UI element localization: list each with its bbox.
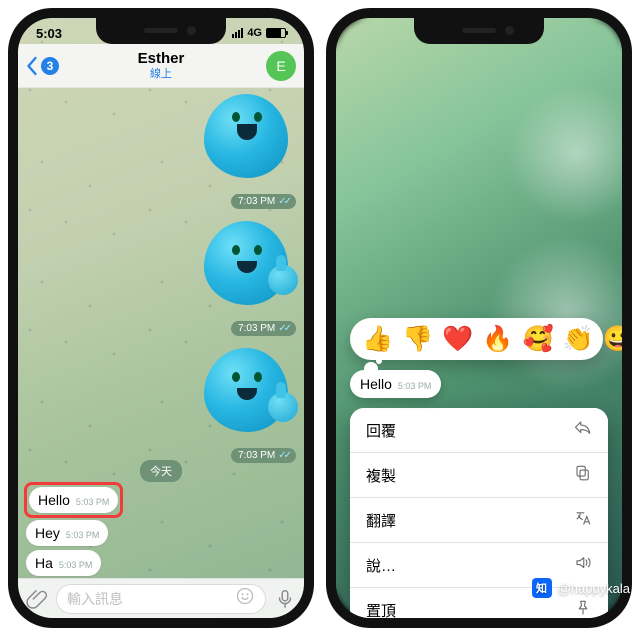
context-popover: 👍👎❤️🔥🥰👏😀 Hello 5:03 PM 回覆複製翻譯說…置頂轉傳刪除選擇	[350, 318, 608, 618]
chat-title-wrap[interactable]: Esther 線上	[138, 51, 185, 80]
chat-subtitle: 線上	[138, 68, 185, 80]
mic-icon	[274, 588, 296, 610]
sticker-button[interactable]	[235, 586, 255, 611]
notch	[96, 18, 226, 44]
sticker-icon	[235, 586, 255, 606]
message-time: 7:03 PM✓✓	[231, 321, 296, 336]
chevron-left-icon	[24, 56, 39, 76]
message-time: 5:03 PM	[66, 530, 100, 540]
chat-navbar: 3 Esther 線上 E	[18, 44, 304, 88]
reaction-option[interactable]: 🔥	[482, 327, 513, 352]
watermark: 知 @happykala	[532, 578, 630, 598]
mic-button[interactable]	[274, 588, 296, 610]
phone-left: 5:03 4G 3 Esther 線上 E	[8, 8, 314, 628]
avatar[interactable]: E	[266, 51, 296, 81]
menu-translate[interactable]: 翻譯	[350, 498, 608, 543]
translate-icon	[574, 509, 592, 531]
menu-label: 回覆	[366, 420, 396, 441]
attach-button[interactable]	[26, 588, 48, 610]
input-bar: 輸入訊息	[18, 578, 304, 618]
menu-copy[interactable]: 複製	[350, 453, 608, 498]
reaction-option[interactable]: 👍	[362, 327, 393, 352]
sticker-message[interactable]	[196, 342, 296, 442]
incoming-message-bubble[interactable]: Ha 5:03 PM	[26, 550, 101, 576]
selected-message-bubble[interactable]: Hello 5:03 PM	[350, 370, 441, 398]
unread-badge: 3	[41, 57, 59, 75]
menu-label: 翻譯	[366, 510, 396, 531]
reaction-option[interactable]: 😀	[603, 327, 622, 352]
message-text: Hey	[35, 525, 60, 541]
phone-right: 👍👎❤️🔥🥰👏😀 Hello 5:03 PM 回覆複製翻譯說…置頂轉傳刪除選擇	[326, 8, 632, 628]
reaction-option[interactable]: 🥰	[523, 327, 554, 352]
message-text: Ha	[35, 555, 53, 571]
menu-label: 說…	[366, 555, 396, 576]
notch	[414, 18, 544, 44]
pin-icon	[574, 599, 592, 618]
incoming-message-bubble[interactable]: Hey 5:03 PM	[26, 520, 108, 546]
chat-title: Esther	[138, 51, 185, 68]
sticker-message[interactable]	[196, 88, 296, 188]
reply-icon	[574, 419, 592, 441]
reaction-bar: 👍👎❤️🔥🥰👏😀	[350, 318, 603, 360]
status-time: 5:03	[36, 26, 62, 41]
speak-icon	[574, 554, 592, 576]
signal-icon	[232, 28, 243, 38]
message-field[interactable]: 輸入訊息	[56, 584, 266, 614]
message-time: 5:03 PM	[76, 497, 110, 507]
incoming-message-bubble[interactable]: Hello 5:03 PM	[29, 487, 118, 513]
copy-icon	[574, 464, 592, 486]
reaction-option[interactable]: 👎	[402, 327, 433, 352]
zhihu-icon: 知	[532, 578, 552, 598]
reaction-option[interactable]: 👏	[563, 327, 594, 352]
message-time: 7:03 PM✓✓	[231, 194, 296, 209]
read-checks-icon: ✓✓	[278, 196, 289, 207]
reaction-option[interactable]: ❤️	[442, 327, 473, 352]
message-time: 5:03 PM	[59, 560, 93, 570]
menu-label: 複製	[366, 465, 396, 486]
battery-icon	[266, 28, 286, 38]
sticker-message[interactable]	[196, 215, 296, 315]
menu-reply[interactable]: 回覆	[350, 408, 608, 453]
selected-message-time: 5:03 PM	[398, 381, 432, 391]
chat-scroll[interactable]: 7:03 PM✓✓ 7:03 PM✓✓ 7:03 PM✓✓ 今天 Hello 5:…	[18, 88, 304, 578]
back-button[interactable]: 3	[24, 44, 59, 88]
day-separator: 今天	[140, 460, 182, 482]
selected-message-text: Hello	[360, 376, 392, 392]
menu-label: 置頂	[366, 600, 396, 619]
network-label: 4G	[247, 27, 262, 39]
message-time: 7:03 PM✓✓	[231, 448, 296, 463]
message-text: Hello	[38, 492, 70, 508]
paperclip-icon	[26, 588, 48, 610]
